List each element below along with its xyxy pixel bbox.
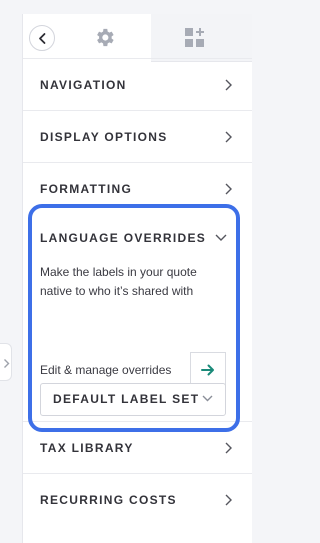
section-label: TAX LIBRARY [40,441,134,455]
section-tax-library[interactable]: TAX LIBRARY [23,421,252,473]
panel-tab-bar [23,14,252,62]
section-label: DISPLAY OPTIONS [40,130,168,144]
section-label: RECURRING COSTS [40,493,177,507]
section-formatting[interactable]: FORMATTING [23,162,252,214]
chevron-right-icon [4,359,10,368]
tab-widgets[interactable] [151,14,252,62]
language-overrides-description: Make the labels in your quote native to … [40,265,197,298]
gear-icon [97,28,114,47]
chevron-right-icon [225,131,232,143]
arrow-right-icon [201,364,214,376]
section-display-options[interactable]: DISPLAY OPTIONS [23,110,252,162]
edit-overrides-button[interactable] [190,352,226,387]
chevron-right-icon [225,494,232,506]
chevron-left-icon [39,33,46,44]
chevron-right-icon [225,183,232,195]
label-set-select-value: DEFAULT LABEL SET [53,392,200,406]
chevron-down-icon[interactable] [215,234,227,241]
collapse-panel-toggle[interactable] [0,343,12,381]
settings-panel: NAVIGATION DISPLAY OPTIONS FORMATTING LA… [22,14,252,543]
chevron-right-icon [225,442,232,454]
section-label: NAVIGATION [40,78,127,92]
chevron-right-icon [225,79,232,91]
section-recurring-costs[interactable]: RECURRING COSTS [23,473,252,525]
back-button[interactable] [29,25,55,51]
section-header-language-overrides[interactable]: LANGUAGE OVERRIDES [40,231,206,245]
tab-settings[interactable] [23,14,151,62]
section-label: FORMATTING [40,182,133,196]
widgets-icon [185,28,204,47]
label-set-select[interactable]: DEFAULT LABEL SET [40,383,226,416]
section-navigation[interactable]: NAVIGATION [23,58,252,110]
chevron-down-icon [202,395,213,402]
edit-overrides-label: Edit & manage overrides [40,363,172,377]
